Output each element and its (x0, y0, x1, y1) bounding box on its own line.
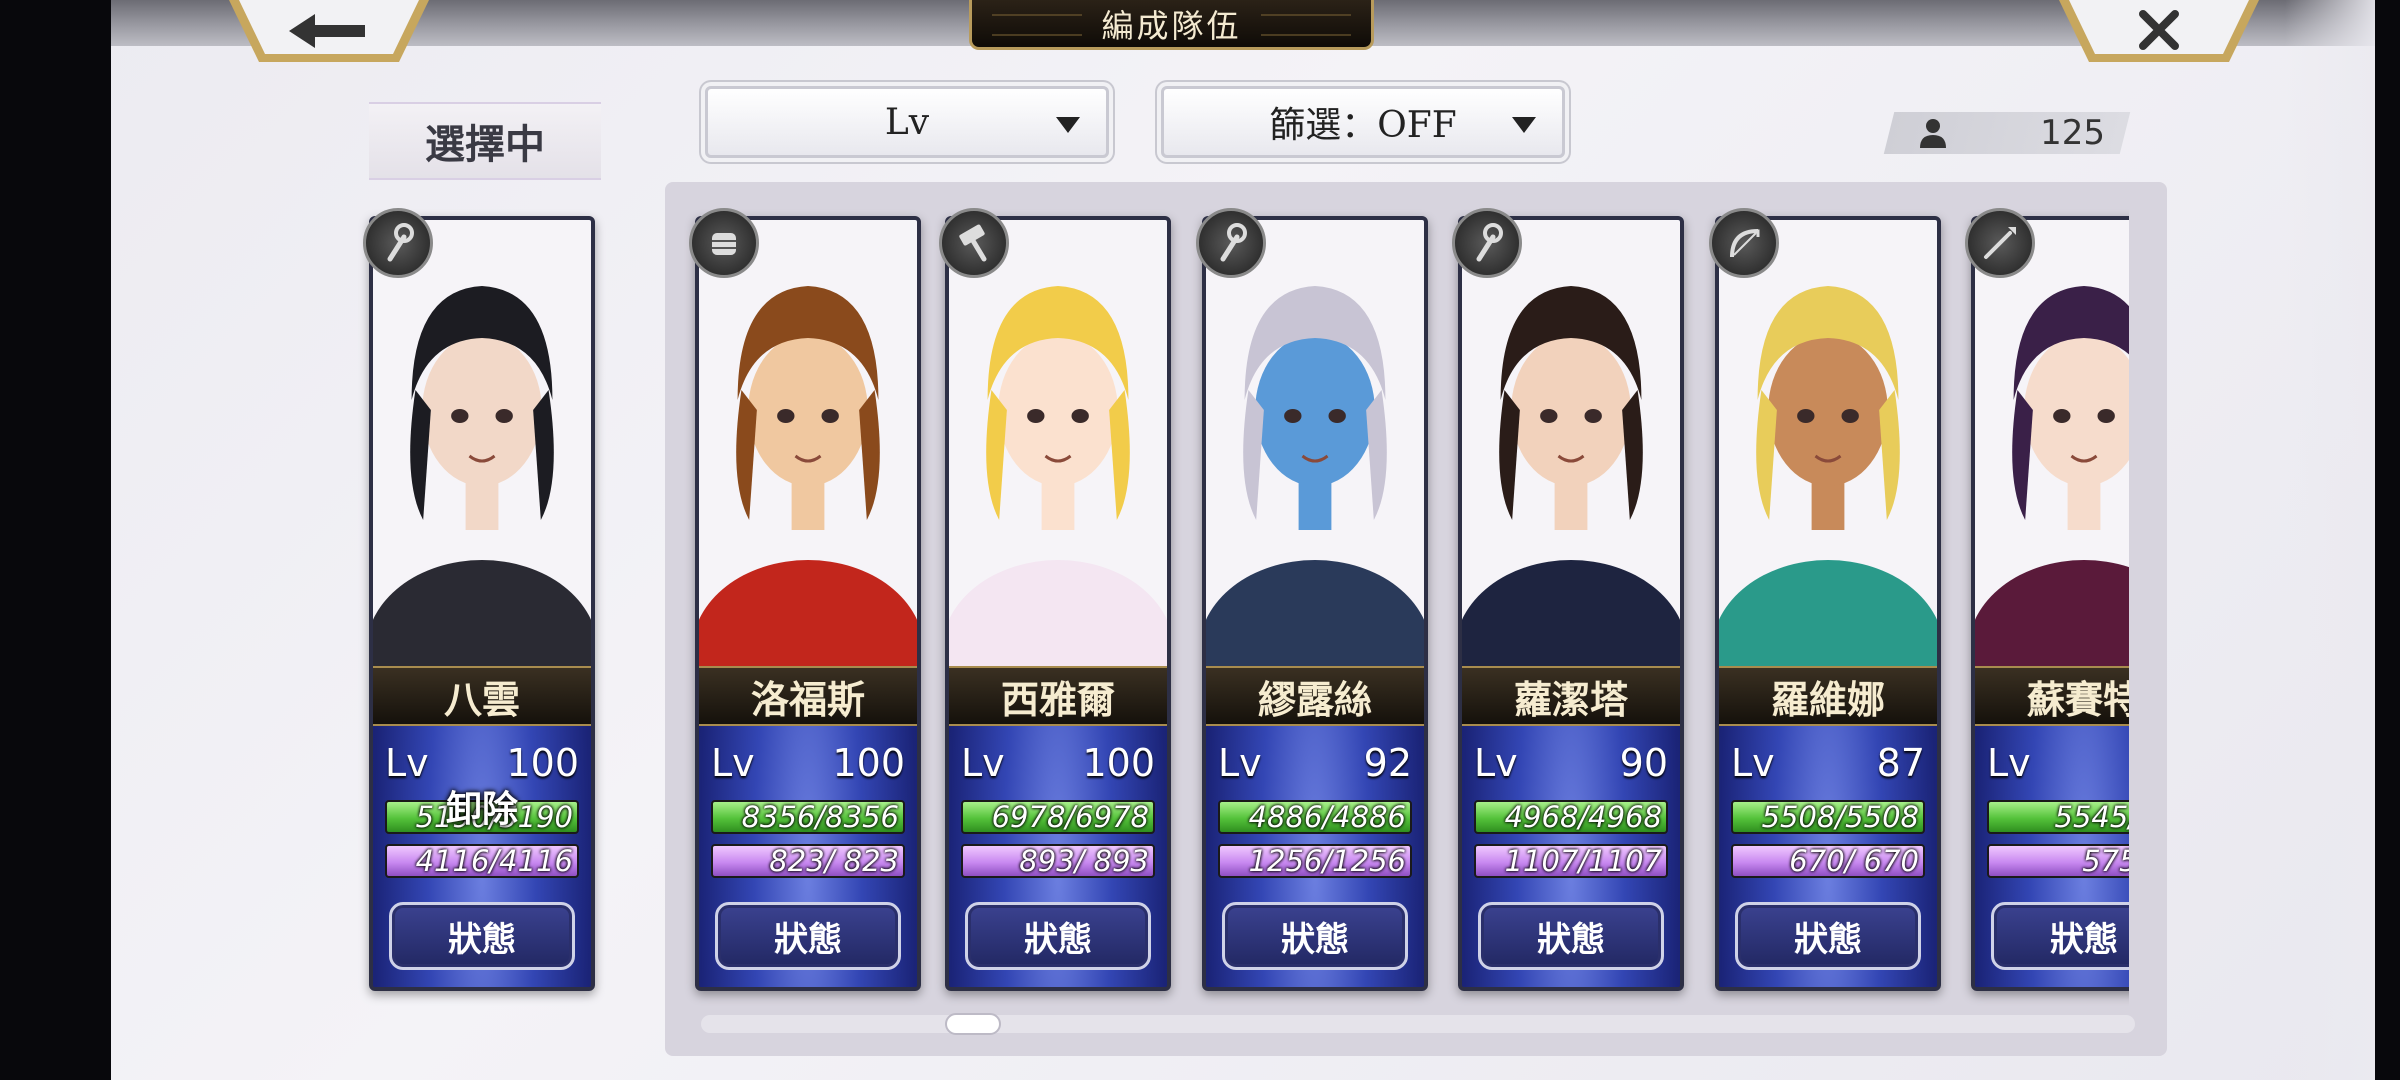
hp-value: 5508/5508 (1761, 800, 1919, 834)
mp-value: 4116/4116 (415, 844, 573, 878)
level-label: Lv (385, 741, 429, 785)
mp-value: 670/ 670 (1789, 844, 1919, 878)
character-portrait (1975, 220, 2129, 740)
bow-icon (1709, 208, 1779, 278)
level-label: Lv (711, 741, 755, 785)
mp-bar: 823/ 823 (711, 844, 905, 878)
level-label: Lv (961, 741, 1005, 785)
card-frame: 蘿潔塔 Lv 90 4968/4968 1107/1107 狀態 (1458, 216, 1684, 991)
card-frame: 卸除 八雲 Lv 100 5190/5190 4116/4116 狀態 (369, 216, 595, 991)
card-frame: 洛福斯 Lv 100 8356/8356 823/ 823 狀態 (695, 216, 921, 991)
staff-icon (363, 208, 433, 278)
mp-bar: 670/ 670 (1731, 844, 1925, 878)
mp-bar: 575/ 5 (1987, 844, 2129, 878)
character-name: 西雅爾 (949, 666, 1167, 726)
character-name: 洛福斯 (699, 666, 917, 726)
mp-value: 823/ 823 (769, 844, 899, 878)
mp-bar: 1107/1107 (1474, 844, 1668, 878)
character-portrait (373, 220, 591, 740)
card-frame: 羅維娜 Lv 87 5508/5508 670/ 670 狀態 (1715, 216, 1941, 991)
character-name: 繆露絲 (1206, 666, 1424, 726)
character-portrait (1206, 220, 1424, 740)
level-row: Lv 90 (1474, 738, 1668, 788)
level-value: 92 (1363, 741, 1412, 785)
character-card[interactable]: 蘇賽特 Lv 5545/55 575/ 5 狀態 (1965, 208, 2129, 991)
hp-bar: 6978/6978 (961, 800, 1155, 834)
character-portrait (1462, 220, 1680, 740)
level-label: Lv (1218, 741, 1262, 785)
spear-icon (1965, 208, 2035, 278)
level-label: Lv (1987, 741, 2031, 785)
hp-value: 5545/55 (2054, 800, 2129, 834)
character-name: 羅維娜 (1719, 666, 1937, 726)
staff-icon (1452, 208, 1522, 278)
mp-bar: 4116/4116 (385, 844, 579, 878)
mp-value: 575/ 5 (2082, 844, 2129, 878)
cards-area: 卸除 八雲 Lv 100 5190/5190 4116/4116 狀態 洛福斯 … (111, 0, 2129, 1080)
character-portrait (699, 220, 917, 740)
character-card[interactable]: 繆露絲 Lv 92 4886/4886 1256/1256 狀態 (1196, 208, 1428, 991)
level-value: 90 (1619, 741, 1668, 785)
character-name: 蘿潔塔 (1462, 666, 1680, 726)
remove-label[interactable]: 卸除 (373, 780, 591, 832)
card-frame: 西雅爾 Lv 100 6978/6978 893/ 893 狀態 (945, 216, 1171, 991)
level-value: 100 (506, 741, 579, 785)
hp-bar: 5508/5508 (1731, 800, 1925, 834)
character-portrait (1719, 220, 1937, 740)
status-button[interactable]: 狀態 (1991, 902, 2129, 970)
status-button[interactable]: 狀態 (1222, 902, 1408, 970)
mp-value: 1256/1256 (1248, 844, 1406, 878)
level-row: Lv 100 (961, 738, 1155, 788)
hp-value: 8356/8356 (741, 800, 899, 834)
level-value: 100 (832, 741, 905, 785)
level-row: Lv (1987, 738, 2129, 788)
status-button[interactable]: 狀態 (1478, 902, 1664, 970)
selected-character-card[interactable]: 卸除 八雲 Lv 100 5190/5190 4116/4116 狀態 (363, 208, 595, 991)
character-card[interactable]: 西雅爾 Lv 100 6978/6978 893/ 893 狀態 (939, 208, 1171, 991)
mp-bar: 1256/1256 (1218, 844, 1412, 878)
fist-icon (689, 208, 759, 278)
character-card[interactable]: 洛福斯 Lv 100 8356/8356 823/ 823 狀態 (689, 208, 921, 991)
character-name: 蘇賽特 (1975, 666, 2129, 726)
level-row: Lv 87 (1731, 738, 1925, 788)
hp-bar: 4968/4968 (1474, 800, 1668, 834)
level-row: Lv 100 (711, 738, 905, 788)
level-label: Lv (1731, 741, 1775, 785)
hp-value: 4886/4886 (1248, 800, 1406, 834)
mp-value: 1107/1107 (1504, 844, 1662, 878)
mp-value: 893/ 893 (1019, 844, 1149, 878)
card-frame: 繆露絲 Lv 92 4886/4886 1256/1256 狀態 (1202, 216, 1428, 991)
mp-bar: 893/ 893 (961, 844, 1155, 878)
hp-value: 6978/6978 (991, 800, 1149, 834)
character-portrait (949, 220, 1167, 740)
game-screen: 編成隊伍 選擇中 Lv 篩選：OFF 125 卸除 八雲 Lv 100 5190… (111, 0, 2375, 1080)
status-button[interactable]: 狀態 (389, 902, 575, 970)
status-button[interactable]: 狀態 (965, 902, 1151, 970)
card-frame: 蘇賽特 Lv 5545/55 575/ 5 狀態 (1971, 216, 2129, 991)
character-card[interactable]: 羅維娜 Lv 87 5508/5508 670/ 670 狀態 (1709, 208, 1941, 991)
character-card[interactable]: 蘿潔塔 Lv 90 4968/4968 1107/1107 狀態 (1452, 208, 1684, 991)
level-value: 87 (1876, 741, 1925, 785)
hammer-icon (939, 208, 1009, 278)
hp-bar: 8356/8356 (711, 800, 905, 834)
hp-bar: 5545/55 (1987, 800, 2129, 834)
character-name: 八雲 (373, 666, 591, 726)
status-button[interactable]: 狀態 (1735, 902, 1921, 970)
level-row: Lv 92 (1218, 738, 1412, 788)
staff-icon (1196, 208, 1266, 278)
hp-bar: 4886/4886 (1218, 800, 1412, 834)
hp-value: 4968/4968 (1504, 800, 1662, 834)
level-label: Lv (1474, 741, 1518, 785)
level-value: 100 (1082, 741, 1155, 785)
status-button[interactable]: 狀態 (715, 902, 901, 970)
